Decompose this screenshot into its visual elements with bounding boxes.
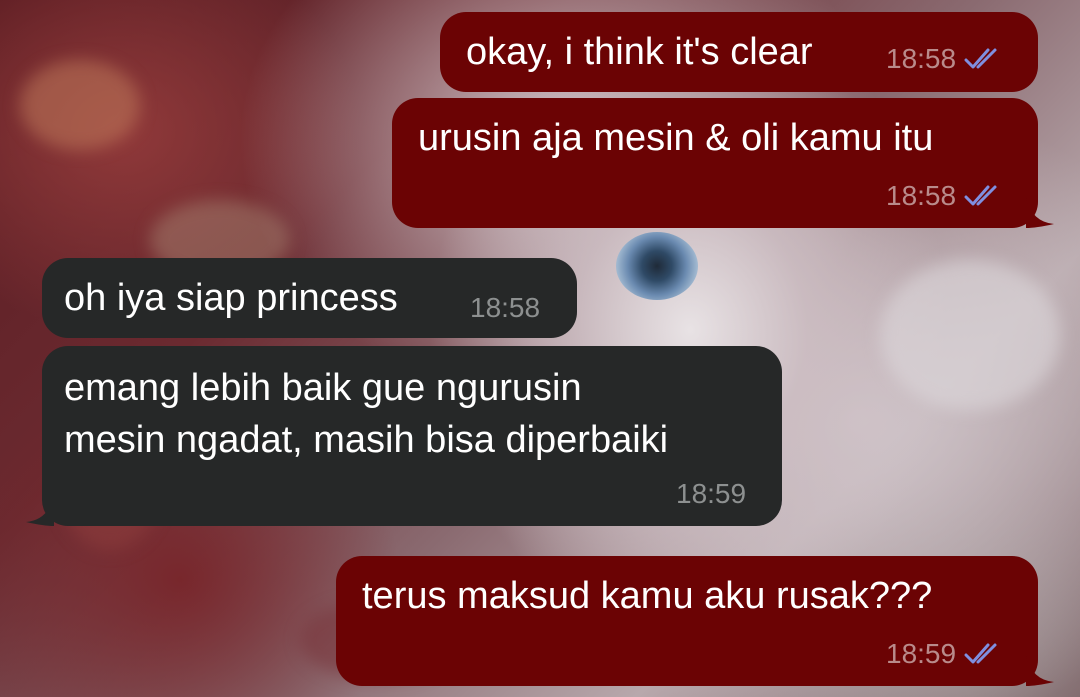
message-time: 18:58 [470,292,541,323]
message-time: 18:59 [886,638,957,669]
message-time: 18:58 [886,43,957,74]
message-text: oh iya siap princess [64,277,398,319]
message-meta: 18:59 [886,638,1004,670]
bubble-tail [26,496,54,526]
message-bubble-outgoing[interactable]: terus maksud kamu aku rusak??? 18:59 [336,556,1038,686]
message-meta: 18:59 [676,478,746,510]
wallpaper-cat-eye [616,232,698,300]
message-text-line: mesin ngadat, masih bisa diperbaiki [64,419,669,461]
message-bubble-outgoing[interactable]: urusin aja mesin & oli kamu itu 18:58 [392,98,1038,228]
message-meta: 18:58 [886,180,1004,212]
read-double-check-icon [964,183,1004,209]
message-text-line: emang lebih baik gue ngurusin [64,367,582,409]
message-meta: 18:58 [470,292,540,324]
message-time: 18:58 [886,180,957,211]
message-text: okay, i think it's clear [466,31,813,73]
message-bubble-incoming[interactable]: emang lebih baik gue ngurusin mesin ngad… [42,346,782,526]
message-bubble-outgoing[interactable]: okay, i think it's clear 18:58 [440,12,1038,92]
message-meta: 18:58 [886,43,1004,75]
read-double-check-icon [964,46,1004,72]
message-text: urusin aja mesin & oli kamu itu [418,117,934,159]
bubble-tail [1026,198,1054,228]
read-double-check-icon [964,641,1004,667]
message-time: 18:59 [676,478,747,509]
bubble-tail [1026,656,1054,686]
message-bubble-incoming[interactable]: oh iya siap princess 18:58 [42,258,577,338]
message-text: terus maksud kamu aku rusak??? [362,575,933,617]
